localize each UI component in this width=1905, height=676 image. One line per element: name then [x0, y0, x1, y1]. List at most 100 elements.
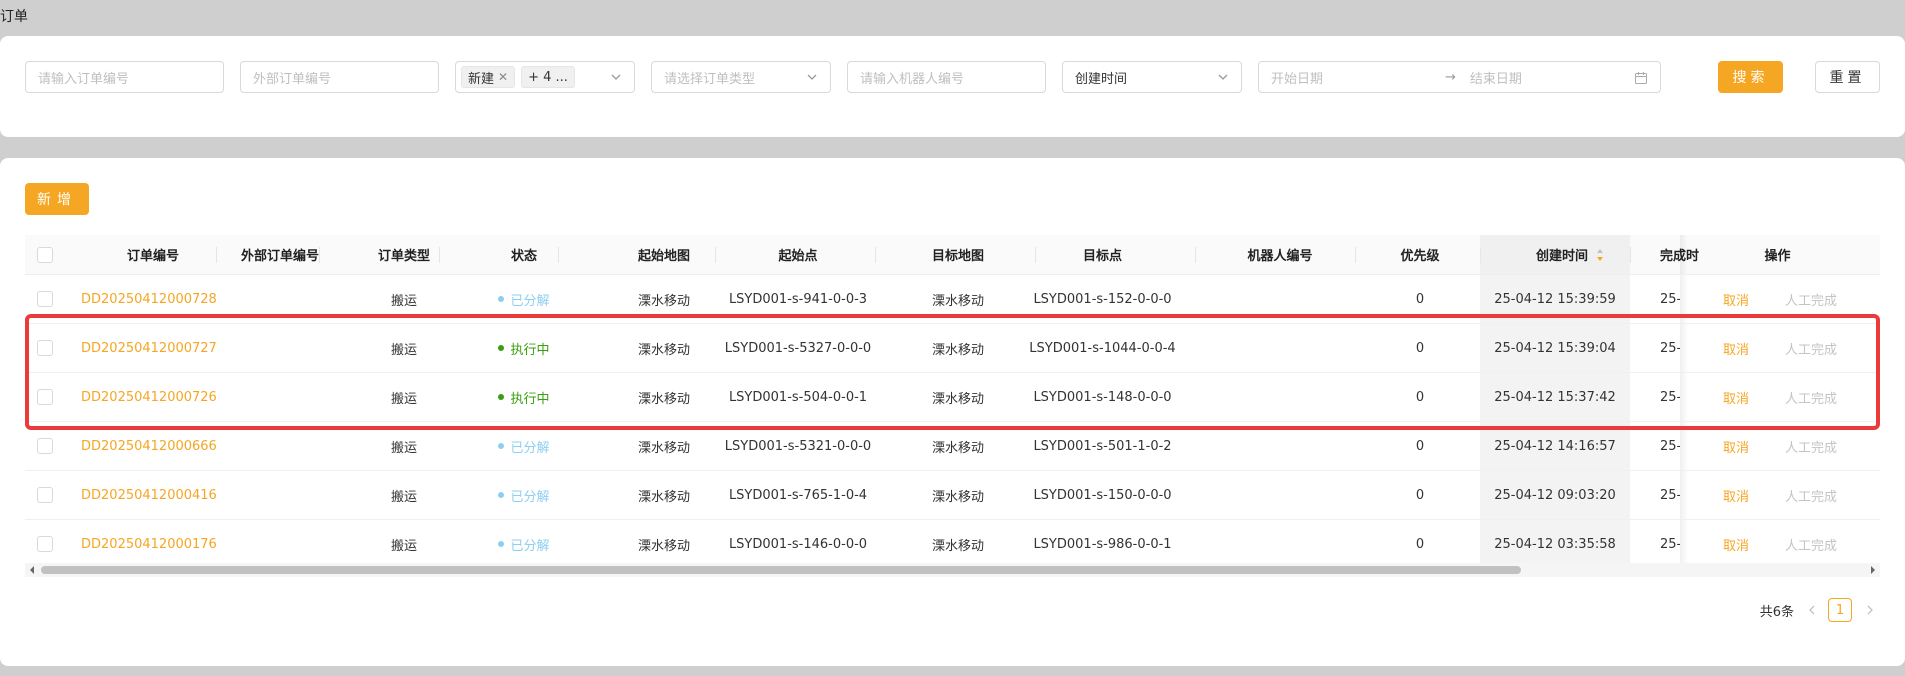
manual-complete-link[interactable]: 人工完成 [1785, 290, 1837, 309]
fixed-column-shadow [1680, 520, 1688, 568]
status-text: 已分解 [510, 440, 550, 456]
start-date-input[interactable]: 开始日期 [1271, 68, 1431, 87]
cancel-link[interactable]: 取消 [1723, 486, 1749, 505]
column-divider [1355, 247, 1356, 263]
time-type-value: 创建时间 [1075, 71, 1128, 87]
status-dot-icon [498, 345, 505, 351]
time-type-select[interactable]: 创建时间 [1062, 61, 1242, 93]
external-no-cell [216, 471, 344, 519]
status-text: 已分解 [510, 489, 550, 505]
column-header-label: 操作 [1764, 249, 1791, 264]
external-no-input[interactable]: 外部订单编号 [240, 61, 439, 93]
cancel-link[interactable]: 取消 [1723, 339, 1749, 358]
scroll-left-icon[interactable] [25, 563, 39, 577]
scroll-thumb[interactable] [41, 566, 1521, 574]
column-header-label: 目标点 [1082, 249, 1122, 264]
checkbox[interactable] [37, 389, 53, 405]
column-divider [1480, 247, 1481, 263]
checkbox[interactable] [37, 438, 53, 454]
status-more-tag: + 4 ... [521, 66, 575, 88]
manual-complete-link[interactable]: 人工完成 [1785, 339, 1837, 358]
order-type-cell: 搬运 [390, 293, 417, 309]
table-row[interactable]: DD20250412000666 搬运 已分解 溧水移动 LSYD001-s-5321-… [25, 422, 1880, 471]
manual-complete-link[interactable]: 人工完成 [1785, 388, 1837, 407]
column-header-target-point: 目标点 [1020, 235, 1185, 274]
table-row[interactable]: DD20250412000728 搬运 已分解 溧水移动 LSYD001-s-941-0… [25, 275, 1880, 324]
order-type-select[interactable]: 请选择订单类型 [651, 61, 831, 93]
cancel-link[interactable]: 取消 [1723, 437, 1749, 456]
status-tag[interactable]: 新建 ✕ [461, 66, 516, 88]
checkbox[interactable] [37, 340, 53, 356]
checkbox[interactable] [37, 246, 53, 263]
chevron-down-icon [807, 74, 817, 80]
status-text: 执行中 [510, 391, 550, 407]
scroll-right-icon[interactable] [1866, 563, 1880, 577]
column-header-label: 优先级 [1400, 249, 1440, 264]
robot-no-cell [1200, 275, 1360, 323]
checkbox[interactable] [37, 487, 53, 503]
table-header: 订单编号 外部订单编号 订单类型 状态 起始地图 起始点 目标地图 目标点 机器人编号 优先级 创建… [25, 235, 1880, 275]
cancel-link[interactable]: 取消 [1723, 535, 1749, 554]
created-time-cell: 25-04-12 15:39:04 [1494, 340, 1616, 356]
sort-icon[interactable] [1596, 248, 1604, 262]
manual-complete-link[interactable]: 人工完成 [1785, 437, 1837, 456]
action-cell: 取消 人工完成 [1680, 422, 1880, 470]
calendar-icon [1635, 72, 1647, 84]
status-dot-icon [498, 443, 505, 449]
checkbox[interactable] [37, 291, 53, 307]
select-all-checkbox[interactable] [25, 235, 65, 274]
created-time-cell: 25-04-12 14:16:57 [1494, 438, 1616, 454]
start-point-cell: LSYD001-s-5327-0-0-0 [724, 340, 872, 356]
robot-no-input[interactable]: 请输入机器人编号 [847, 61, 1046, 93]
action-cell: 取消 人工完成 [1680, 520, 1880, 568]
order-no-input[interactable]: 请输入订单编号 [25, 61, 224, 93]
status-badge: 执行中 [464, 324, 584, 372]
robot-no-cell [1200, 422, 1360, 470]
manual-complete-link[interactable]: 人工完成 [1785, 486, 1837, 505]
row-checkbox-cell[interactable] [25, 275, 65, 323]
add-button[interactable]: 新增 [25, 183, 89, 215]
date-range-picker[interactable]: 开始日期 → 结束日期 [1258, 61, 1661, 93]
row-checkbox-cell[interactable] [25, 471, 65, 519]
order-type-cell: 搬运 [390, 538, 417, 554]
page-number[interactable]: 1 [1828, 598, 1852, 622]
fixed-column-shadow [1680, 471, 1688, 519]
action-cell: 取消 人工完成 [1680, 373, 1880, 421]
row-checkbox-cell[interactable] [25, 422, 65, 470]
fixed-column-shadow [1680, 235, 1688, 274]
horizontal-scrollbar[interactable] [25, 563, 1880, 577]
column-header-robot: 机器人编号 [1200, 235, 1360, 274]
checkbox[interactable] [37, 536, 53, 552]
order-type-cell: 搬运 [390, 342, 417, 358]
prev-page-icon[interactable] [1802, 598, 1822, 622]
priority-cell: 0 [1415, 487, 1425, 503]
start-point-cell: LSYD001-s-5321-0-0-0 [724, 438, 872, 454]
table-row[interactable]: DD20250412000726 搬运 执行中 溧水移动 LSYD001-s-504-0… [25, 373, 1880, 422]
column-header-external-no: 外部订单编号 [216, 235, 344, 274]
close-icon[interactable]: ✕ [498, 70, 508, 84]
next-page-icon[interactable] [1860, 598, 1880, 622]
order-type-placeholder: 请选择订单类型 [664, 71, 756, 87]
column-header-priority: 优先级 [1360, 235, 1480, 274]
status-select[interactable]: 新建 ✕ + 4 ... [455, 61, 635, 93]
cancel-link[interactable]: 取消 [1723, 290, 1749, 309]
status-dot-icon [498, 492, 505, 498]
end-date-input[interactable]: 结束日期 [1470, 68, 1522, 87]
column-header-label: 订单编号 [126, 249, 179, 264]
table-row[interactable]: DD20250412000416 搬运 已分解 溧水移动 LSYD001-s-765-1… [25, 471, 1880, 520]
start-point-cell: LSYD001-s-941-0-0-3 [728, 291, 868, 307]
fixed-column-shadow [1680, 324, 1688, 372]
manual-complete-link[interactable]: 人工完成 [1785, 535, 1837, 554]
row-checkbox-cell[interactable] [25, 324, 65, 372]
row-checkbox-cell[interactable] [25, 520, 65, 568]
table-row[interactable]: DD20250412000727 搬运 执行中 溧水移动 LSYD001-s-5327-… [25, 324, 1880, 373]
row-checkbox-cell[interactable] [25, 373, 65, 421]
reset-button[interactable]: 重置 [1815, 61, 1880, 93]
cancel-link[interactable]: 取消 [1723, 388, 1749, 407]
column-header-created[interactable]: 创建时间 [1480, 235, 1630, 274]
column-header-label: 订单类型 [377, 249, 430, 264]
target-point-cell: LSYD001-s-148-0-0-0 [1033, 389, 1172, 405]
search-button[interactable]: 搜索 [1718, 61, 1783, 93]
priority-cell: 0 [1415, 291, 1425, 307]
table-row[interactable]: DD20250412000176 搬运 已分解 溧水移动 LSYD001-s-146-0… [25, 520, 1880, 569]
